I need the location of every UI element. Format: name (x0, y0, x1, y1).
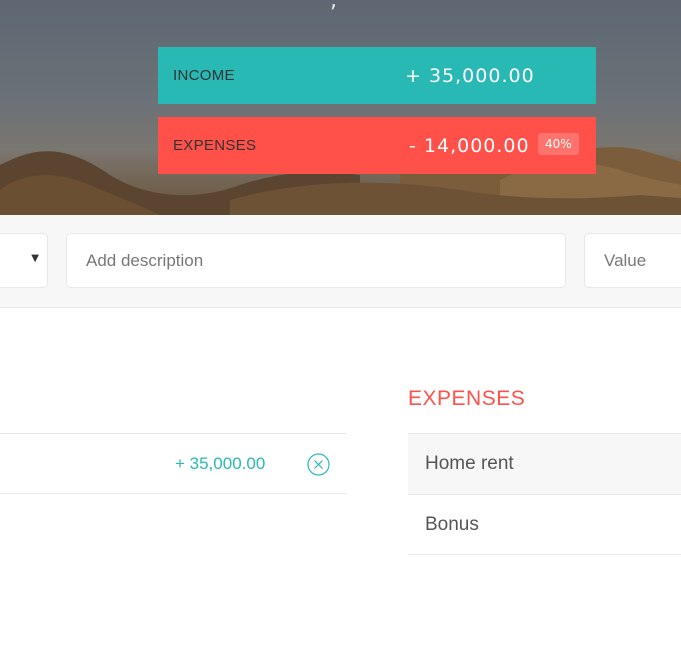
income-summary: INCOME + 35,000.00 (158, 47, 596, 104)
income-amount: + 35,000.00 (405, 64, 535, 87)
income-item-value: + 35,000.00 (175, 453, 266, 473)
expenses-label: EXPENSES (173, 137, 257, 154)
expense-item: Bonus (408, 494, 681, 555)
chevron-down-icon: ▼ (31, 253, 39, 264)
expenses-amount: - 14,000.00 (409, 134, 530, 157)
expense-item-description: Bonus (425, 513, 479, 535)
expenses-summary: EXPENSES - 14,000.00 40% (158, 117, 596, 174)
expenses-list: EXPENSES Home rent Bonus (408, 385, 681, 555)
income-item: + 35,000.00 (0, 433, 346, 494)
income-list: + 35,000.00 (0, 433, 346, 494)
page-title-fragment: , (330, 0, 337, 13)
add-item-bar: ▼ (0, 215, 681, 308)
expense-item-description: Home rent (425, 453, 514, 474)
hero-header: , INCOME + 35,000.00 EXPENSES - 14,000.0… (0, 0, 681, 215)
income-label: INCOME (173, 67, 235, 84)
value-input[interactable] (584, 233, 681, 288)
mountain-background (0, 138, 681, 215)
expenses-list-title: EXPENSES (408, 387, 526, 410)
expense-item: Home rent (408, 433, 681, 494)
close-circle-icon[interactable] (307, 453, 330, 476)
type-select[interactable]: ▼ (0, 233, 48, 288)
expenses-percentage-badge: 40% (538, 133, 579, 155)
description-input[interactable] (66, 233, 566, 288)
